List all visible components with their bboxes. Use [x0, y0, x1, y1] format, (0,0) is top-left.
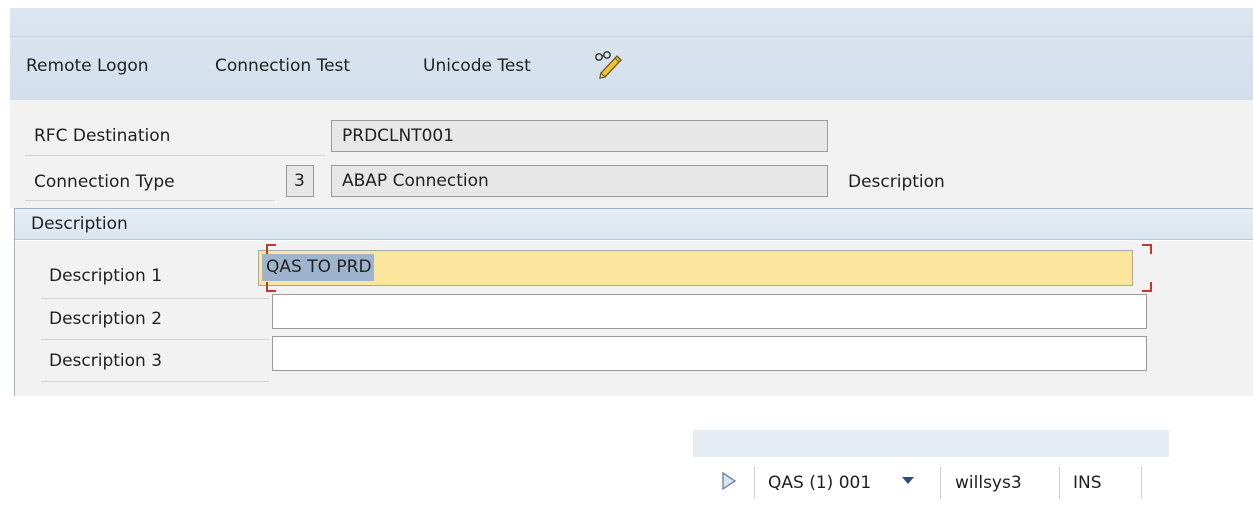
- focus-corner: [266, 244, 276, 254]
- server-name: willsys3: [955, 473, 1022, 493]
- description-group-header[interactable]: Description: [15, 208, 1253, 240]
- window-top-strip: [0, 0, 1253, 8]
- description-3-input[interactable]: [272, 336, 1147, 371]
- description-2-input[interactable]: [272, 294, 1147, 329]
- focus-corner: [266, 282, 276, 292]
- application-toolbar: Remote Logon Connection Test Unicode Tes…: [10, 8, 1253, 100]
- description-1-selected-text[interactable]: QAS TO PRD: [262, 254, 374, 281]
- description-group-title: Description: [31, 214, 128, 234]
- row-divider: [41, 298, 269, 299]
- description-2-label: Description 2: [49, 309, 163, 329]
- status-separator: [1141, 467, 1142, 499]
- remote-logon-button[interactable]: Remote Logon: [26, 56, 149, 76]
- row-divider: [25, 155, 325, 156]
- insert-mode: INS: [1073, 473, 1102, 493]
- rfc-header-form: RFC Destination PRDCLNT001 Connection Ty…: [10, 100, 1253, 208]
- row-divider: [25, 200, 275, 201]
- description-3-label: Description 3: [49, 351, 163, 371]
- connection-type-field[interactable]: ABAP Connection: [331, 165, 828, 197]
- focus-corner: [1142, 282, 1152, 292]
- status-separator: [1059, 467, 1060, 499]
- system-dropdown-icon[interactable]: [901, 471, 915, 491]
- unicode-test-button[interactable]: Unicode Test: [423, 56, 531, 76]
- row-divider: [41, 381, 269, 382]
- connection-type-code-field[interactable]: 3: [286, 165, 314, 197]
- expand-arrow-icon[interactable]: [721, 471, 737, 496]
- description-label: Description: [848, 172, 945, 192]
- rfc-destination-field[interactable]: PRDCLNT001: [331, 120, 828, 152]
- status-bar: QAS (1) 001 willsys3 INS: [693, 457, 1169, 510]
- description-1-label: Description 1: [49, 266, 163, 286]
- status-separator: [940, 467, 941, 499]
- description-1-input[interactable]: [258, 250, 1133, 286]
- row-divider: [41, 339, 269, 340]
- connection-test-button[interactable]: Connection Test: [215, 56, 350, 76]
- status-bar-top: [693, 430, 1169, 457]
- rfc-destination-label: RFC Destination: [34, 126, 171, 146]
- focus-corner: [1142, 244, 1152, 254]
- status-separator: [754, 467, 755, 499]
- pencil-eyeglasses-icon[interactable]: [590, 50, 624, 80]
- system-info: QAS (1) 001: [768, 473, 872, 493]
- connection-type-label: Connection Type: [34, 172, 175, 192]
- toolbar-divider: [10, 36, 1253, 37]
